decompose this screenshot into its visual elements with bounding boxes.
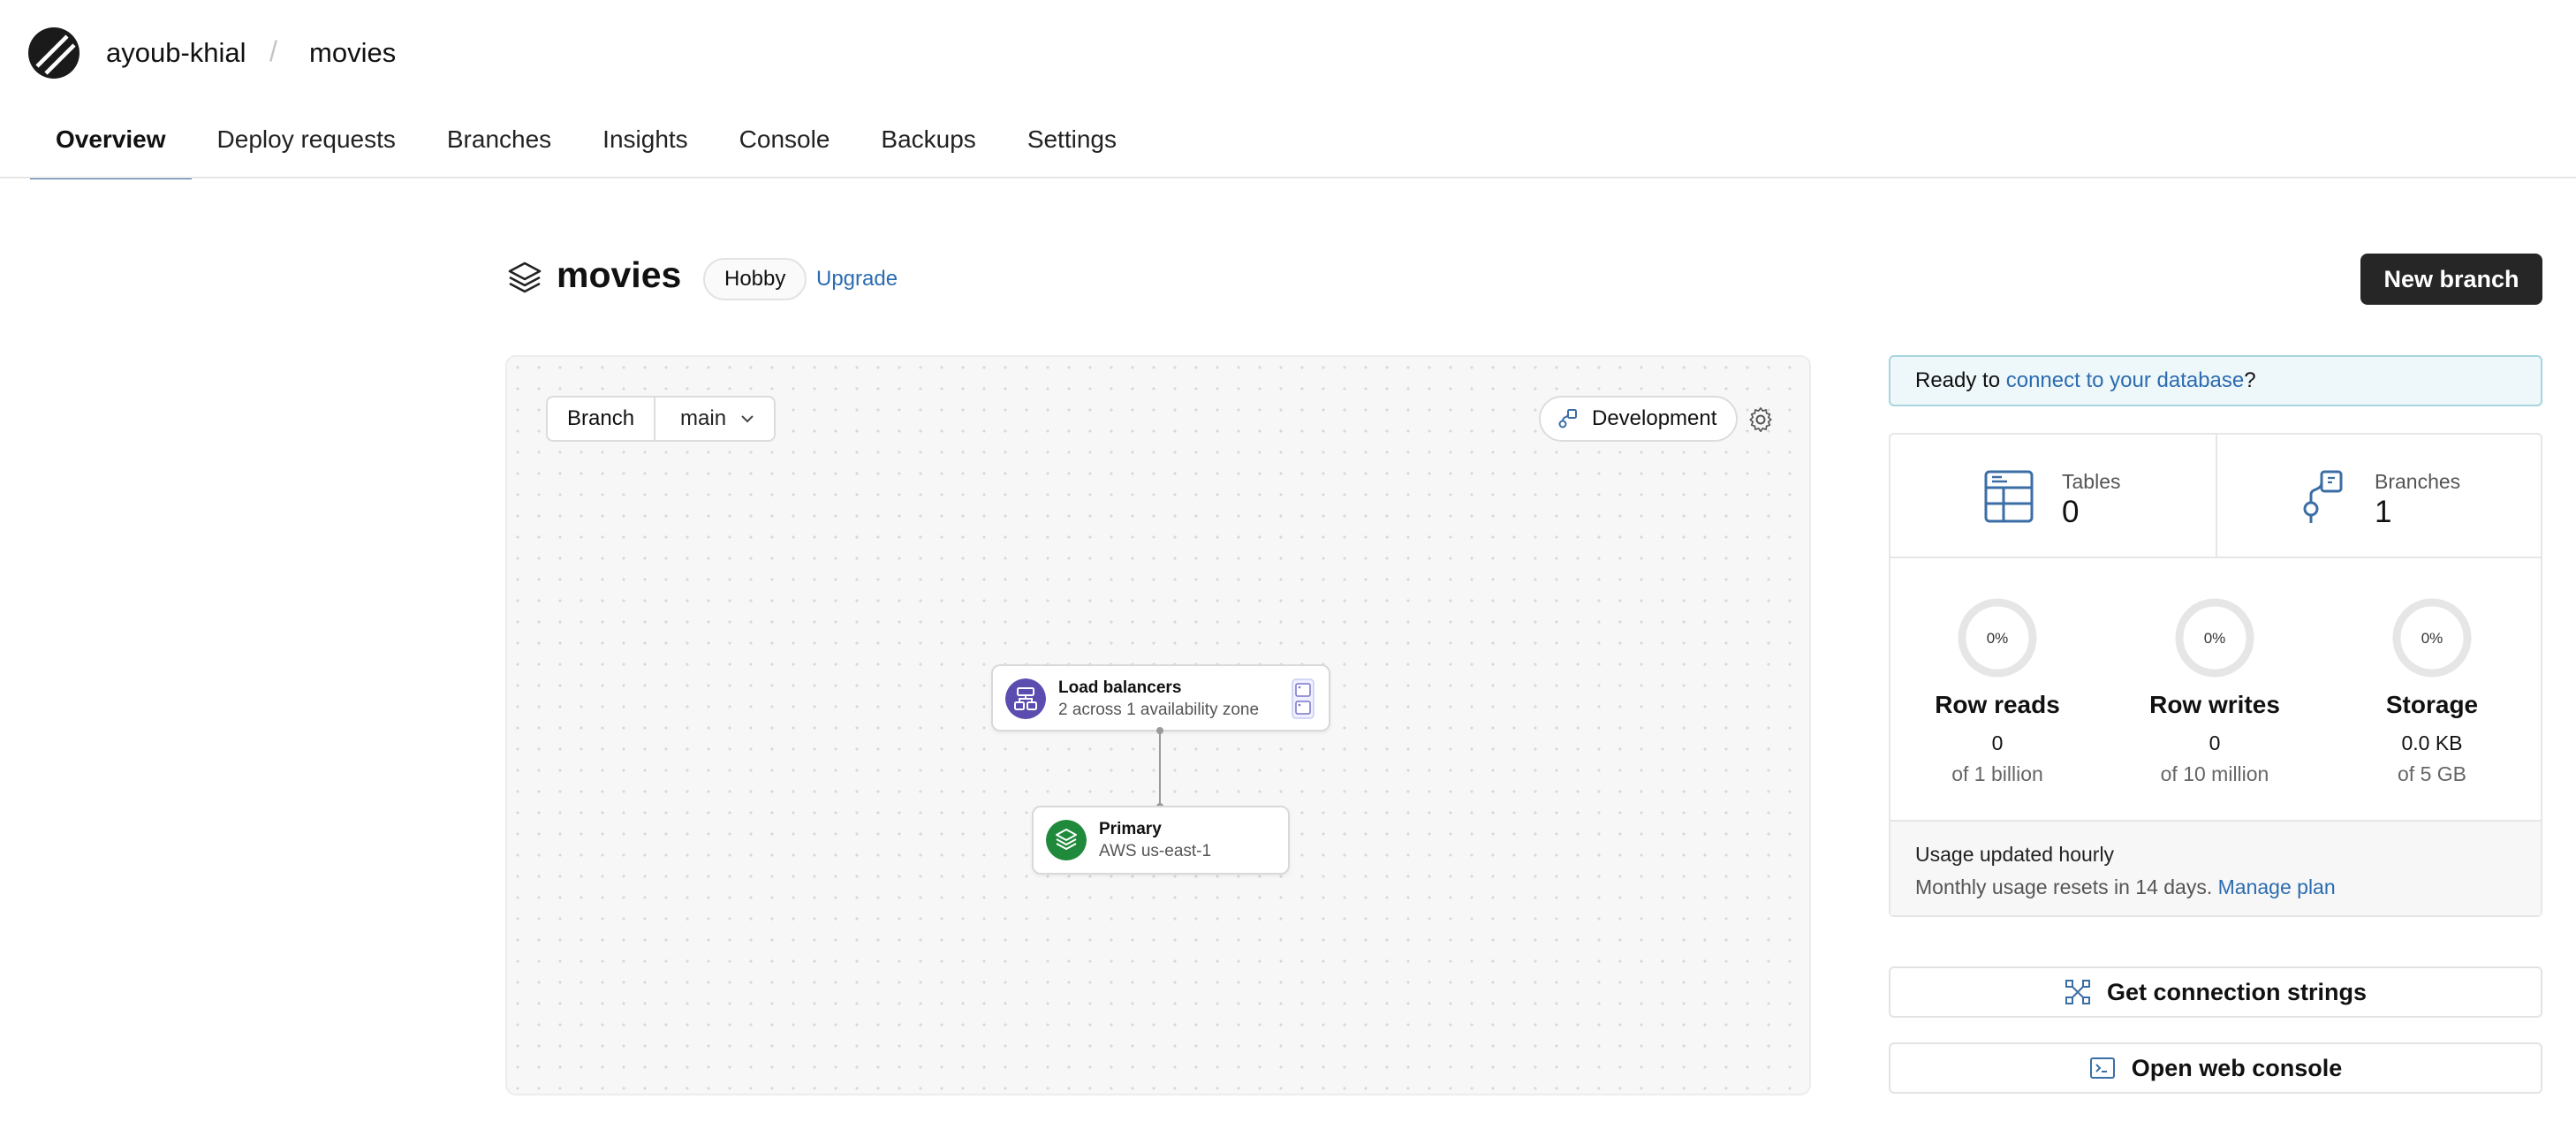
connect-banner: Ready to connect to your database? [1889,355,2542,406]
stats-divider [1890,557,2541,558]
terminal-icon [2089,1057,2115,1079]
row-writes-gauge: 0% [2175,598,2254,678]
architecture-canvas: Branch main Development Load balancers 2… [505,355,1811,1095]
row-reads-value: 0 [1991,731,2004,754]
environment-badge[interactable]: Development [1539,396,1739,442]
load-balancer-node[interactable]: Load balancers 2 across 1 availability z… [991,664,1330,731]
upgrade-link[interactable]: Upgrade [816,267,898,292]
environment-label: Development [1592,406,1717,430]
branch-icon [2303,470,2343,523]
tab-branches[interactable]: Branches [421,113,577,178]
connect-banner-prefix: Ready to [1915,368,2006,392]
storage-usage: 0% Storage 0.0 KB of 5 GB [2339,597,2525,786]
tables-value: 0 [2062,495,2080,529]
row-writes-limit: of 10 million [2160,762,2269,785]
tables-label: Tables [2062,470,2121,493]
storage-gauge: 0% [2392,598,2472,678]
open-web-console-label: Open web console [2131,1054,2343,1081]
branch-dropdown[interactable]: main [655,398,774,440]
storage-value: 0.0 KB [2401,731,2463,754]
row-writes-value: 0 [2209,731,2221,754]
tables-stat[interactable]: Tables 0 [1890,435,2217,558]
nav-divider [0,177,2576,178]
page-title: movies [557,254,682,295]
primary-title: Primary [1099,820,1162,838]
gear-icon[interactable] [1747,406,1774,433]
get-connection-strings-label: Get connection strings [2106,978,2368,1005]
row-reads-gauge: 0% [1958,598,2037,678]
tab-deploy-requests[interactable]: Deploy requests [192,113,421,178]
branches-label: Branches [2375,470,2461,493]
tab-settings[interactable]: Settings [1002,113,1142,178]
primary-subtitle: AWS us-east-1 [1099,842,1212,860]
manage-plan-link[interactable]: Manage plan [2218,875,2336,898]
usage-updated-text: Usage updated hourly [1915,843,2115,866]
usage-reset-line: Monthly usage resets in 14 days. Manage … [1915,875,2516,899]
connector-dot-top [1156,727,1163,734]
plan-badge: Hobby [703,258,807,300]
branches-value: 1 [2375,495,2392,529]
node-connector [1159,731,1161,807]
branch-icon [1558,409,1577,428]
nav-tabs: Overview Deploy requests Branches Insigh… [30,113,1142,179]
new-branch-button[interactable]: New branch [2360,254,2542,305]
row-writes-percent: 0% [2204,630,2226,647]
tab-backups[interactable]: Backups [855,113,1001,178]
tab-insights[interactable]: Insights [577,113,714,178]
planetscale-logo-icon[interactable] [28,27,80,79]
primary-database-icon [1046,820,1087,860]
load-balancer-title: Load balancers [1058,678,1182,697]
storage-title: Storage [2385,691,2479,718]
breadcrumb-database[interactable]: movies [309,37,396,69]
branches-stat[interactable]: Branches 1 [2217,435,2542,558]
connect-banner-suffix: ? [2244,368,2256,392]
server-stack-icon [1292,678,1315,719]
branch-label: Branch [548,398,656,440]
row-reads-limit: of 1 billion [1951,762,2043,785]
open-web-console-button[interactable]: Open web console [1889,1042,2542,1094]
row-reads-usage: 0% Row reads 0 of 1 billion [1905,597,2090,786]
connect-database-link[interactable]: connect to your database [2006,368,2245,392]
connection-icon [2065,980,2090,1004]
usage-reset-text: Monthly usage resets in 14 days. [1915,875,2213,898]
row-reads-percent: 0% [1987,630,2009,647]
tab-console[interactable]: Console [714,113,856,178]
chevron-down-icon [741,415,754,423]
table-icon [1984,470,2034,523]
row-reads-title: Row reads [1935,691,2060,718]
branch-selector[interactable]: Branch main [546,396,777,442]
tab-overview[interactable]: Overview [30,113,192,179]
usage-footer: Usage updated hourly Monthly usage reset… [1890,820,2541,915]
org-name[interactable]: ayoub-khial [106,37,246,69]
row-writes-usage: 0% Row writes 0 of 10 million [2122,597,2307,786]
row-writes-title: Row writes [2149,691,2280,718]
database-layers-icon [508,261,542,293]
get-connection-strings-button[interactable]: Get connection strings [1889,966,2542,1018]
storage-limit: of 5 GB [2398,762,2466,785]
load-balancer-subtitle: 2 across 1 availability zone [1058,701,1260,719]
primary-node[interactable]: Primary AWS us-east-1 [1032,806,1290,875]
storage-percent: 0% [2421,630,2443,647]
usage-stats-card: Tables 0 Branches 1 0% Row reads 0 of 1 … [1889,433,2542,917]
top-bar: ayoub-khial / movies [0,0,2576,106]
breadcrumb-separator: / [269,35,277,67]
load-balancer-icon [1005,678,1046,719]
branch-value: main [680,406,727,430]
